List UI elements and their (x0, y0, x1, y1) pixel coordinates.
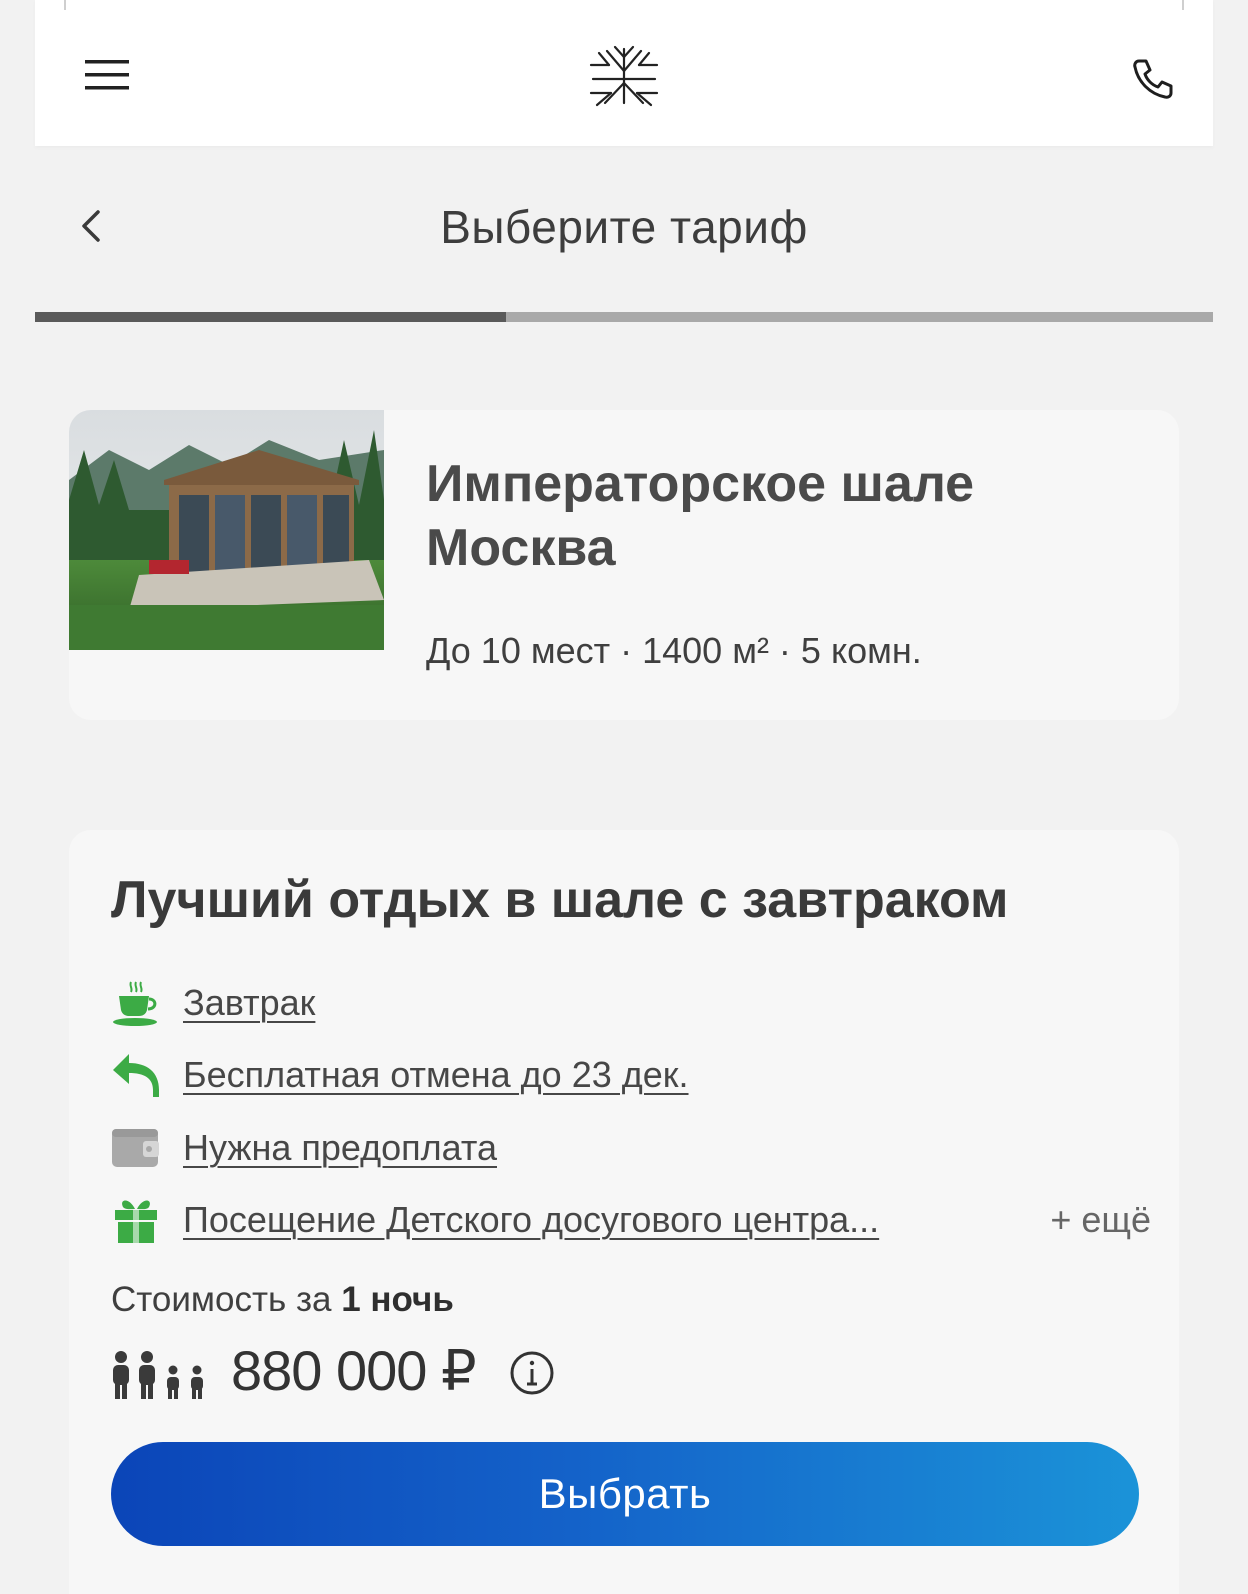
hamburger-menu-icon[interactable] (85, 58, 129, 92)
wallet-icon (112, 1129, 159, 1167)
feature-label[interactable]: Посещение Детского досугового центра... (183, 1199, 879, 1241)
guests-icon (113, 1351, 203, 1399)
tariff-card: Лучший отдых в шале с завтраком Завтрак … (69, 830, 1179, 1594)
price-period: 1 ночь (341, 1280, 454, 1319)
tariff-title: Лучший отдых в шале с завтраком (111, 871, 1009, 929)
header-edge-left (64, 0, 66, 10)
feature-prepayment[interactable]: Нужна предоплата (111, 1118, 1151, 1178)
cup-icon (113, 981, 157, 1026)
select-tariff-button[interactable]: Выбрать (111, 1442, 1139, 1546)
header-edge-right (1182, 0, 1184, 10)
app-header (35, 0, 1213, 146)
price-value: 880 000 ₽ (231, 1339, 477, 1402)
feature-breakfast[interactable]: Завтрак (111, 973, 1151, 1033)
chalet-meta: До 10 мест · 1400 м² · 5 комн. (426, 630, 922, 671)
snowflake-logo-icon[interactable] (587, 43, 661, 107)
more-features-link[interactable]: + ещё (1050, 1199, 1151, 1241)
price-prefix: Стоимость за (111, 1280, 342, 1319)
feature-free-cancellation[interactable]: Бесплатная отмена до 23 дек. (111, 1045, 1151, 1105)
feature-label[interactable]: Завтрак (183, 982, 315, 1024)
chalet-photo[interactable] (69, 410, 384, 650)
step-progress-fill (35, 312, 507, 322)
info-icon[interactable] (509, 1350, 555, 1396)
feature-label[interactable]: Бесплатная отмена до 23 дек. (183, 1054, 689, 1096)
page-title: Выберите тариф (440, 201, 808, 253)
step-progress-bar (35, 312, 1213, 322)
price-label: Стоимость за 1 ночь (111, 1280, 454, 1320)
chalet-name[interactable]: Императорское шале Москва (426, 452, 1146, 580)
feature-kids-center[interactable]: Посещение Детского досугового центра... … (111, 1190, 1151, 1250)
undo-arrow-icon (113, 1054, 159, 1097)
chalet-card[interactable]: Императорское шале Москва До 10 мест · 1… (69, 410, 1179, 720)
phone-icon[interactable] (1131, 57, 1175, 101)
feature-label[interactable]: Нужна предоплата (183, 1127, 497, 1169)
gift-icon (115, 1200, 157, 1243)
page: Выберите тариф Императорское шале Москва… (0, 0, 1248, 1594)
